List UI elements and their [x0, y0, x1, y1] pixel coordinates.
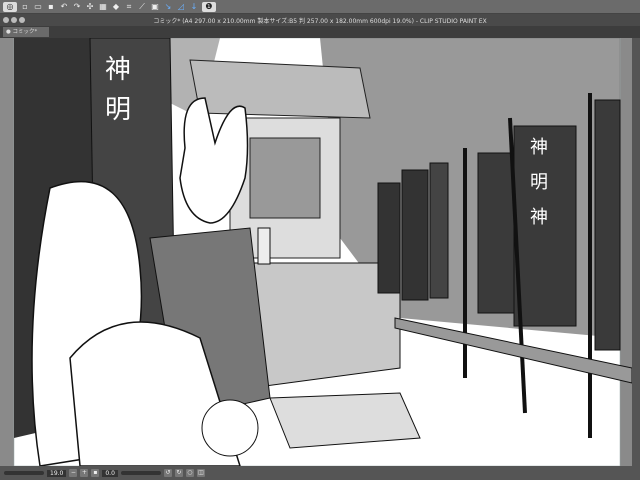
command-bar: ◎ ▫ ▭ ▪ ↶ ↷ ✣ ▦ ◆ ⌗ ⟋ ▣ ↘ ◿ ↓ ❶ — [0, 0, 640, 14]
status-bar: 19.0 − + ▪ 0.0 ↺ ↻ ○ ◫ — [0, 466, 640, 480]
open-file-icon[interactable]: ▭ — [33, 2, 43, 12]
minimize-icon[interactable] — [11, 17, 17, 23]
crop-icon[interactable]: ⌗ — [124, 2, 134, 12]
app-menu-icon[interactable]: ◎ — [3, 1, 17, 12]
redo-icon[interactable]: ↷ — [72, 2, 82, 12]
ruler-icon[interactable]: ⟋ — [137, 2, 147, 12]
tab-comic[interactable]: ● コミック* — [3, 27, 49, 37]
new-file-icon[interactable]: ▫ — [20, 2, 30, 12]
title-bar: コミック* (A4 297.00 x 210.00mm 製本サイズ:B5 判 2… — [0, 14, 640, 26]
snap-ruler-icon[interactable]: ↘ — [163, 2, 173, 12]
save-icon[interactable]: ▪ — [46, 2, 56, 12]
clear-icon[interactable]: ▦ — [98, 2, 108, 12]
bottle — [257, 227, 271, 265]
vertical-scrollbar[interactable] — [632, 38, 640, 466]
manga-canvas[interactable]: 神 明 神 明 神 — [0, 38, 632, 466]
special-ruler-icon[interactable]: ↓ — [189, 2, 199, 12]
rotation-slider[interactable] — [120, 471, 161, 475]
canvas-area[interactable]: 神 明 神 明 神 — [0, 38, 632, 466]
rotation-value[interactable]: 0.0 — [102, 469, 118, 477]
flip-icon[interactable]: ◫ — [196, 469, 205, 477]
fill-icon[interactable]: ◆ — [111, 2, 121, 12]
svg-text:明: 明 — [105, 95, 131, 125]
help-icon[interactable]: ❶ — [202, 1, 216, 12]
window-title: コミック* (A4 297.00 x 210.00mm 製本サイズ:B5 判 2… — [153, 17, 487, 25]
zoom-out-icon[interactable]: − — [69, 469, 78, 477]
fit-icon[interactable]: ▪ — [91, 469, 100, 477]
zoom-value[interactable]: 19.0 — [47, 469, 67, 477]
svg-text:神: 神 — [530, 137, 548, 158]
snap-grid-icon[interactable]: ◿ — [176, 2, 186, 12]
rotate-right-icon[interactable]: ↻ — [174, 469, 183, 477]
zoom-slider[interactable] — [4, 471, 44, 475]
svg-text:神: 神 — [530, 207, 548, 228]
tab-bar: ● コミック* — [0, 26, 640, 38]
close-icon[interactable] — [3, 17, 9, 23]
maximize-icon[interactable] — [19, 17, 25, 23]
zoom-in-icon[interactable]: + — [80, 469, 89, 477]
reset-rotation-icon[interactable]: ○ — [185, 469, 194, 477]
svg-text:明: 明 — [530, 172, 548, 193]
shrine-roof — [189, 59, 371, 119]
undo-icon[interactable]: ↶ — [59, 2, 69, 12]
svg-text:神: 神 — [105, 55, 131, 85]
rotate-left-icon[interactable]: ↺ — [163, 469, 172, 477]
transform-icon[interactable]: ✣ — [85, 2, 95, 12]
snap-icon[interactable]: ▣ — [150, 2, 160, 12]
